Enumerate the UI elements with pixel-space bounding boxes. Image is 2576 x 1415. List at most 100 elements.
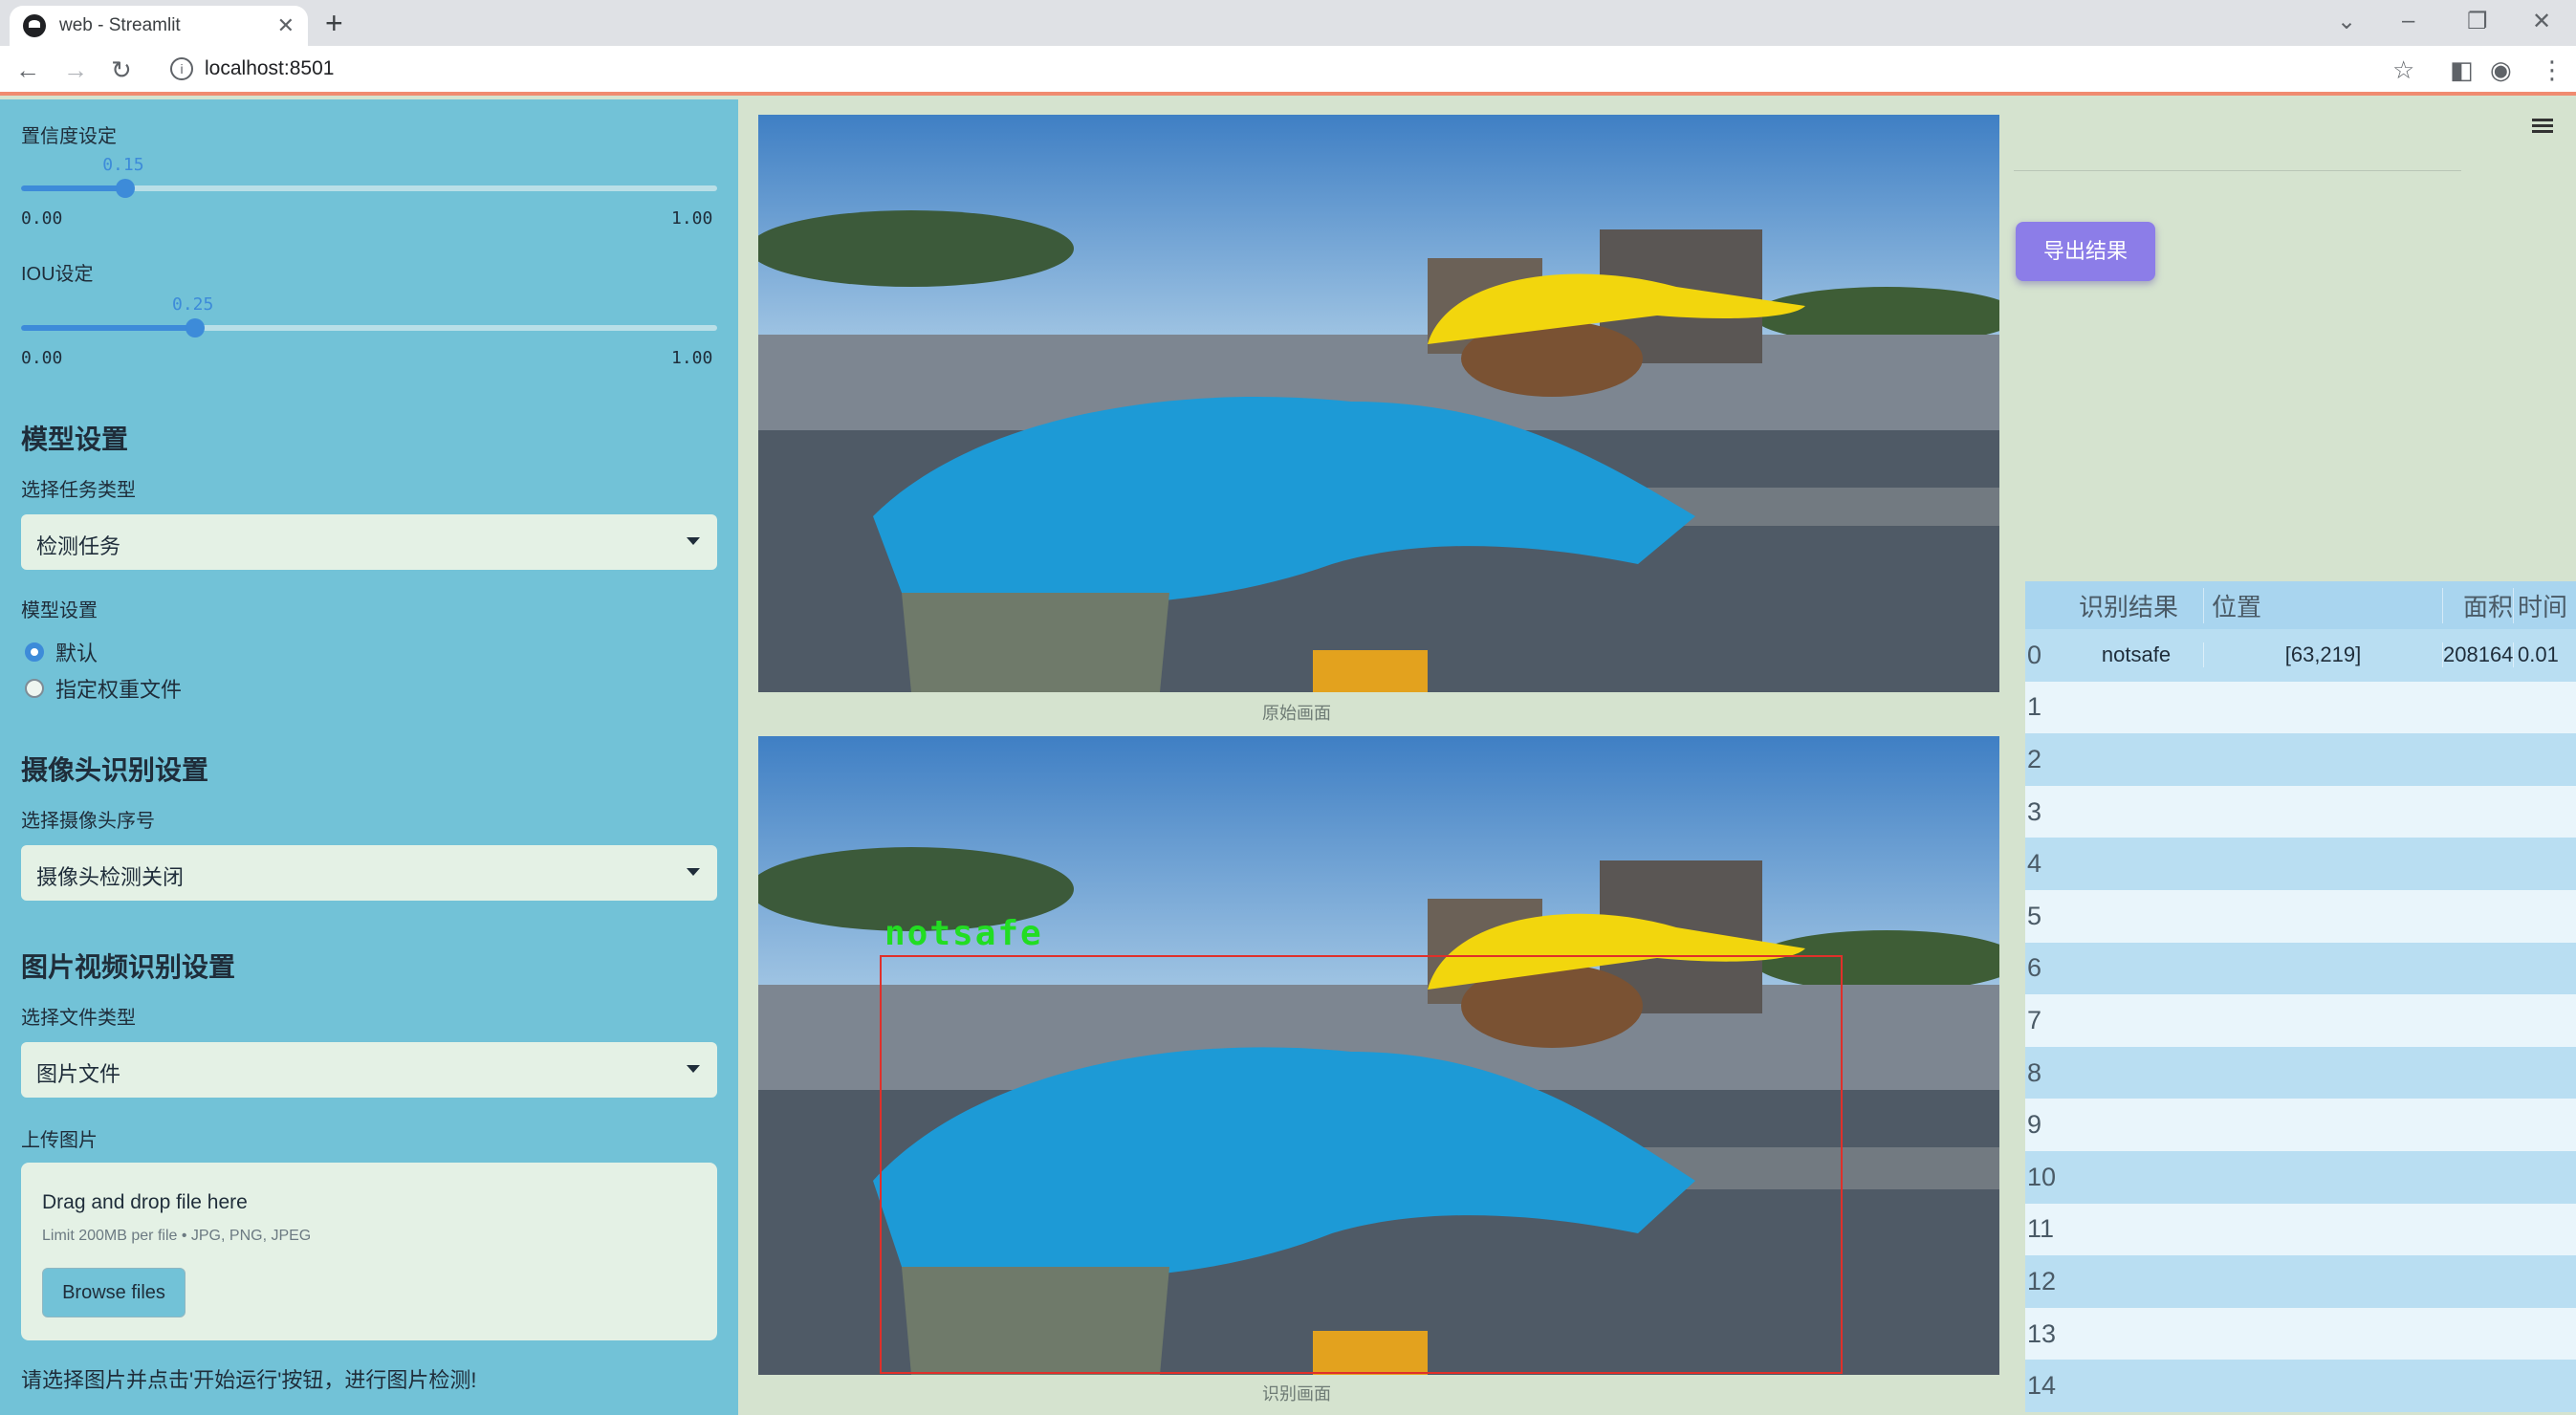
chevron-down-icon [687, 868, 700, 876]
original-caption: 原始画面 [1262, 704, 1331, 723]
table-row[interactable]: 12 [2025, 1255, 2576, 1308]
file-uploader-dropzone[interactable]: Drag and drop file here Limit 200MB per … [21, 1163, 717, 1340]
radio-default[interactable]: 默认 [25, 637, 98, 667]
close-window-icon[interactable]: ✕ [2532, 8, 2551, 35]
cell-area: 208164 [2442, 642, 2514, 668]
back-icon[interactable]: ← [15, 55, 40, 85]
task-type-select[interactable]: 检测任务 [21, 514, 717, 570]
camera-select-label: 选择摄像头序号 [21, 811, 155, 832]
radio-default-label: 默认 [55, 642, 98, 665]
divider [2014, 170, 2461, 171]
row-index: 2 [2027, 744, 2042, 773]
confidence-min: 0.00 [21, 208, 63, 229]
bookmark-star-icon[interactable]: ☆ [2392, 55, 2414, 85]
iou-slider-fill [21, 325, 195, 331]
reload-icon[interactable]: ↻ [111, 55, 132, 85]
table-row[interactable]: 4 [2025, 838, 2576, 890]
table-row[interactable]: 13 [2025, 1307, 2576, 1361]
file-type-select[interactable]: 图片文件 [21, 1042, 717, 1098]
table-row[interactable]: 0 notsafe [63,219] 208164 0.01 [2025, 629, 2576, 682]
confidence-max: 1.00 [671, 208, 713, 229]
table-row[interactable]: 10 [2025, 1150, 2576, 1204]
tab-search-icon[interactable]: ⌄ [2337, 8, 2356, 35]
table-row[interactable]: 14 [2025, 1360, 2576, 1412]
iou-value: 0.25 [172, 294, 214, 315]
table-row[interactable]: 9 [2025, 1099, 2576, 1151]
task-type-label: 选择任务类型 [21, 480, 136, 501]
row-index: 1 [2027, 692, 2042, 722]
header-position[interactable]: 位置 [2203, 587, 2442, 623]
url-field[interactable]: localhost:8501 [205, 57, 334, 80]
row-index: 6 [2027, 953, 2042, 983]
instruction-hint: 请选择图片并点击'开始运行'按钮，进行图片检测! [21, 1368, 477, 1392]
iou-slider-thumb[interactable] [186, 318, 205, 337]
sidebar: 置信度设定 0.15 0.00 1.00 IOU设定 0.25 0.00 1.0… [0, 99, 738, 1415]
result-image: notsafe [758, 736, 1999, 1375]
confidence-slider-thumb[interactable] [116, 179, 136, 198]
camera-select[interactable]: 摄像头检测关闭 [21, 845, 717, 901]
forward-icon[interactable]: → [63, 55, 88, 85]
browser-tab-bar: web - Streamlit ✕ + ⌄ – ❐ ✕ [0, 0, 2576, 46]
tab-title: web - Streamlit [59, 15, 181, 35]
header-time[interactable]: 时间 [2513, 587, 2576, 623]
table-row[interactable]: 8 [2025, 1046, 2576, 1099]
row-index: 11 [2027, 1214, 2055, 1244]
table-row[interactable]: 2 [2025, 733, 2576, 786]
site-info-icon[interactable]: i [170, 57, 193, 80]
header-area[interactable]: 面积 [2442, 587, 2513, 623]
streamlit-favicon-icon [23, 14, 46, 37]
export-results-button[interactable]: 导出结果 [2016, 222, 2155, 281]
iou-min: 0.00 [21, 348, 63, 368]
table-row[interactable]: 6 [2025, 942, 2576, 995]
new-tab-icon[interactable]: + [325, 6, 343, 41]
close-tab-icon[interactable]: ✕ [277, 13, 295, 38]
detection-result-photo [758, 736, 1999, 1375]
cell-time: 0.01 [2513, 642, 2576, 668]
row-index: 0 [2027, 640, 2042, 669]
radio-custom-label: 指定权重文件 [55, 678, 183, 702]
profile-icon[interactable]: ◉ [2490, 55, 2512, 85]
upload-label: 上传图片 [21, 1130, 98, 1151]
construction-worker-photo [758, 115, 1999, 692]
result-caption: 识别画面 [1262, 1384, 1331, 1404]
iou-slider[interactable]: 0.25 [21, 294, 717, 337]
table-row[interactable]: 5 [2025, 889, 2576, 943]
file-type-label: 选择文件类型 [21, 1008, 136, 1029]
hamburger-menu-icon[interactable] [2532, 119, 2553, 134]
camera-section-title: 摄像头识别设置 [21, 755, 209, 785]
file-type-value: 图片文件 [36, 1062, 121, 1086]
row-index: 13 [2027, 1318, 2057, 1348]
table-body: 0 notsafe [63,219] 208164 0.01 1 2 3 4 5 6 7 8 9 10 11 1… [2025, 629, 2576, 1412]
table-row[interactable]: 1 [2025, 681, 2576, 734]
row-index: 5 [2027, 901, 2042, 930]
cell-position: [63,219] [2203, 642, 2442, 668]
chevron-down-icon [687, 1065, 700, 1073]
confidence-slider-fill [21, 185, 126, 191]
limit-text: Limit 200MB per file • JPG, PNG, JPEG [42, 1228, 312, 1244]
chevron-down-icon [687, 537, 700, 545]
results-table: 识别结果 位置 面积 时间 0 notsafe [63,219] 208164 0.01… [2025, 581, 2576, 1412]
confidence-slider[interactable]: 0.15 [21, 155, 717, 198]
radio-custom-weights[interactable]: 指定权重文件 [25, 673, 182, 704]
side-panel-icon[interactable]: ◧ [2450, 55, 2474, 85]
browse-files-button[interactable]: Browse files [42, 1268, 186, 1317]
row-index: 8 [2027, 1057, 2042, 1087]
row-index: 9 [2027, 1110, 2042, 1140]
address-bar: ← → ↻ i localhost:8501 ☆ ◧ ◉ ⋮ [0, 46, 2576, 96]
row-index: 7 [2027, 1005, 2042, 1034]
drop-text: Drag and drop file here [42, 1191, 248, 1213]
table-row[interactable]: 7 [2025, 994, 2576, 1047]
table-row[interactable]: 3 [2025, 785, 2576, 838]
table-row[interactable]: 11 [2025, 1203, 2576, 1256]
row-index: 3 [2027, 796, 2042, 826]
browser-tab[interactable]: web - Streamlit ✕ [10, 6, 308, 46]
task-type-value: 检测任务 [36, 534, 121, 558]
more-menu-icon[interactable]: ⋮ [2540, 55, 2565, 85]
restore-icon[interactable]: ❐ [2467, 8, 2488, 35]
row-index: 14 [2027, 1371, 2057, 1401]
iou-max: 1.00 [671, 348, 713, 368]
detection-label: notsafe [884, 914, 1043, 953]
row-index: 12 [2027, 1266, 2057, 1295]
header-result[interactable]: 识别结果 [2069, 588, 2203, 623]
minimize-icon[interactable]: – [2402, 8, 2414, 34]
